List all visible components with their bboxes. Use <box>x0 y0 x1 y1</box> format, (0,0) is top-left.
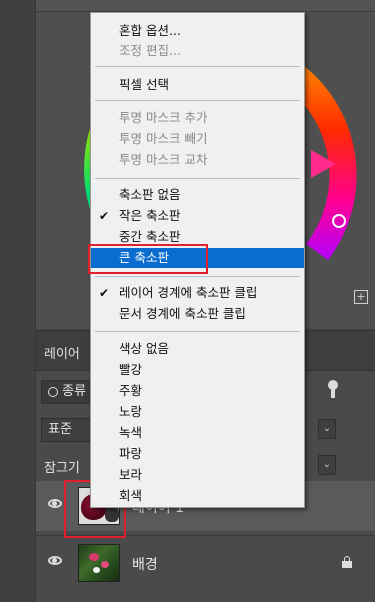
menu-separator <box>95 100 300 101</box>
menu-item-clip-to-layer-bounds[interactable]: ✔ 레이어 경계에 축소판 클립 <box>91 283 304 303</box>
tools-gutter <box>0 0 36 602</box>
checkmark-icon: ✔ <box>99 286 110 300</box>
toggle-stem <box>331 388 335 398</box>
menu-item-color-green[interactable]: 녹색 <box>91 423 304 443</box>
menu-item-color-blue[interactable]: 파랑 <box>91 444 304 464</box>
menu-item-no-thumbnails[interactable]: 축소판 없음 <box>91 185 304 205</box>
menu-separator <box>95 66 300 67</box>
thumb-shape <box>101 561 109 568</box>
menu-item-intersect-transparency-mask[interactable]: 투명 마스크 교차 <box>91 150 304 170</box>
menu-item-color-none[interactable]: 색상 없음 <box>91 339 304 359</box>
eye-icon[interactable] <box>48 499 62 508</box>
add-icon[interactable]: + <box>354 290 368 304</box>
panel-top-edge <box>36 0 375 12</box>
menu-item-clip-to-document-bounds[interactable]: 문서 경계에 축소판 클립 <box>91 304 304 324</box>
menu-item-label: 작은 축소판 <box>119 208 181 223</box>
search-icon <box>48 386 58 397</box>
tab-layers[interactable]: 레이어 <box>44 343 80 362</box>
menu-item-color-orange[interactable]: 주황 <box>91 381 304 401</box>
menu-separator <box>95 276 300 277</box>
lock-icon <box>342 556 352 568</box>
menu-item-color-gray[interactable]: 회색 <box>91 486 304 506</box>
filter-toggle[interactable] <box>328 380 338 400</box>
layer-thumbnail[interactable] <box>78 544 120 582</box>
menu-item-select-pixels[interactable]: 픽셀 선택 <box>91 75 304 95</box>
lock-body <box>342 561 352 568</box>
menu-item-small-thumbnails[interactable]: ✔ 작은 축소판 <box>91 206 304 226</box>
menu-separator <box>95 178 300 179</box>
menu-item-label: 레이어 경계에 축소판 클립 <box>119 285 258 300</box>
menu-item-color-red[interactable]: 빨강 <box>91 360 304 380</box>
checkmark-icon: ✔ <box>99 209 110 223</box>
eye-icon[interactable] <box>48 556 62 565</box>
menu-item-blending-options[interactable]: 혼합 옵션... <box>91 21 304 41</box>
chevron-down-icon[interactable]: ⌄ <box>318 419 336 439</box>
filter-kind-label: 종류 <box>62 384 87 399</box>
menu-item-add-transparency-mask[interactable]: 투명 마스크 추가 <box>91 108 304 128</box>
layer-name[interactable]: 배경 <box>132 554 158 574</box>
menu-item-subtract-transparency-mask[interactable]: 투명 마스크 빼기 <box>91 129 304 149</box>
lock-label: 잠그기 <box>44 461 80 476</box>
annotation-highlight-menu-item <box>88 244 208 274</box>
menu-item-color-violet[interactable]: 보라 <box>91 465 304 485</box>
menu-item-color-yellow[interactable]: 노랑 <box>91 402 304 422</box>
thumb-shape <box>93 567 100 573</box>
menu-item-edit-adjustment[interactable]: 조정 편집... <box>91 41 304 61</box>
layer-row-background[interactable]: 배경 <box>36 538 375 588</box>
chevron-down-icon[interactable]: ⌄ <box>318 455 336 475</box>
thumb-shape <box>89 553 99 561</box>
menu-separator <box>95 331 300 332</box>
